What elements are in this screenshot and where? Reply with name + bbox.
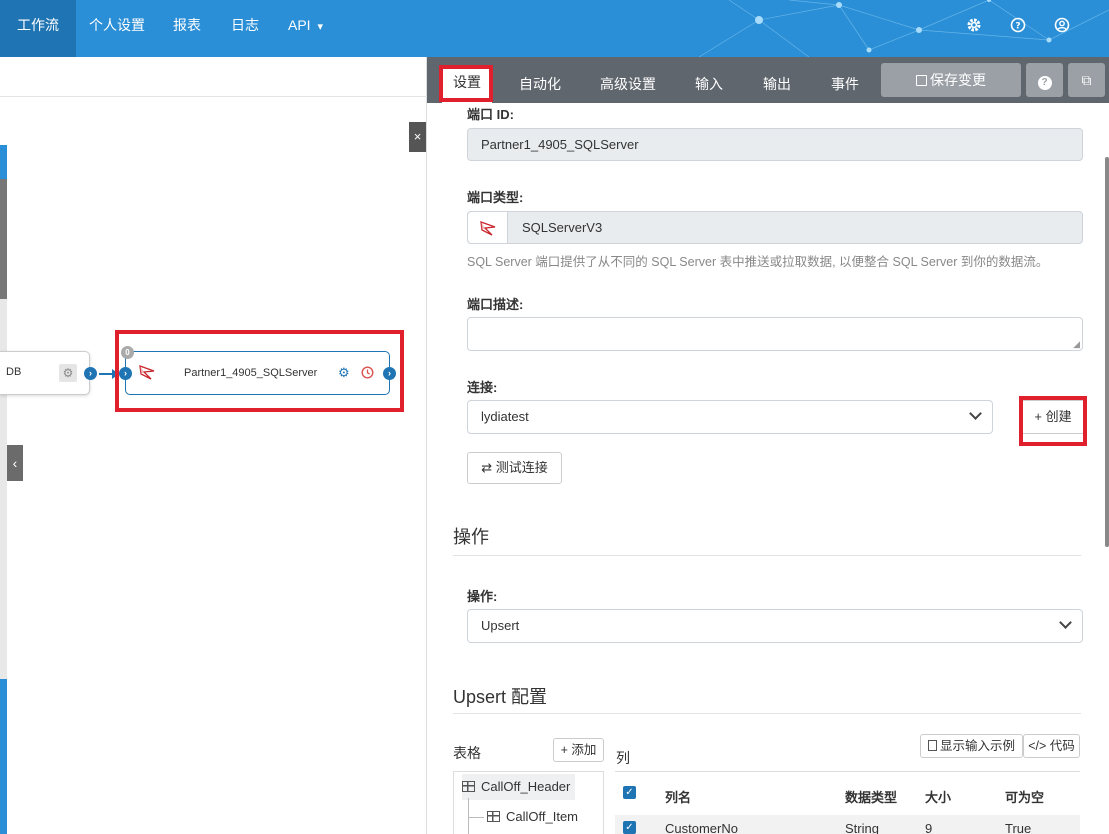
chevron-down-icon [1059,616,1072,629]
left-edge-strip [0,679,7,834]
top-navbar: 工作流 个人设置 报表 日志 API ▾ ? [0,0,1109,57]
column-header-name: 列名 [665,790,692,805]
table-row[interactable]: ✓ CustomerNo String 9 True [615,815,1080,834]
left-edge-strip [0,179,7,299]
help-icon: ? [1037,76,1052,90]
nav-workflow[interactable]: 工作流 [0,0,76,57]
tables-label: 表格 [453,745,481,761]
tab-output[interactable]: 输出 [757,75,797,103]
test-connection-button[interactable]: ⇄ 测试连接 [467,452,562,484]
select-all-checkbox[interactable]: ✓ [623,786,636,799]
save-changes-button[interactable]: 保存变更 [881,63,1021,97]
operation-label: 操作: [467,589,498,604]
nav-api[interactable]: API ▾ [288,0,323,57]
cell-type: String [845,821,879,834]
column-header-nullable: 可为空 [1005,790,1045,805]
chevron-down-icon [969,407,982,420]
previous-node-label: DB [6,366,22,378]
gear-icon[interactable] [966,17,982,33]
help-button[interactable]: ? [1026,63,1063,97]
connection-value: lydiatest [481,409,529,424]
cell-nullable: True [1005,821,1032,834]
columns-label: 列 [616,750,630,766]
cell-size: 9 [925,821,933,834]
previous-node[interactable]: DB ⚙ [0,351,90,395]
column-header-size: 大小 [925,790,952,805]
port-type-value: SQLServerV3 [522,220,603,235]
highlight-box [439,65,493,102]
column-header-type: 数据类型 [845,790,898,805]
tab-events[interactable]: 事件 [825,75,865,103]
port-type-field: SQLServerV3 [467,211,1083,244]
resize-handle-icon: ◢ [1073,339,1080,349]
tab-advanced-settings[interactable]: 高级设置 [593,75,663,103]
open-external-button[interactable]: ⧉ [1068,63,1105,97]
highlight-box [1019,396,1087,446]
save-changes-label: 保存变更 [930,72,986,88]
table-item-label: CallOff_Item [506,809,579,824]
port-id-field[interactable]: Partner1_4905_SQLServer [467,128,1083,161]
collapse-sidebar-button[interactable]: ‹ [7,445,23,481]
section-divider [453,555,1081,556]
panel-scrollbar[interactable] [1105,157,1109,547]
port-description-textarea[interactable]: ◢ [467,317,1083,351]
operation-section-title: 操作 [453,527,489,547]
nav-api-label: API [288,17,311,33]
operation-value: Upsert [481,618,520,633]
row-checkbox[interactable]: ✓ [623,821,636,834]
table-icon [462,781,475,792]
table-divider [615,771,1080,772]
table-item-calloff-header[interactable]: CallOff_Header [462,774,576,800]
help-icon[interactable]: ? [1010,17,1026,33]
upsert-section-title: Upsert 配置 [453,687,548,707]
left-edge-strip [0,145,7,179]
tab-bar: 设置 自动化 高级设置 输入 输出 事件 保存变更 ? ⧉ [427,57,1109,103]
save-icon [916,75,927,86]
columns-table: ✓ 列名 数据类型 大小 可为空 ✓ CustomerNo String 9 T… [615,771,1080,834]
file-icon [927,740,937,751]
sqlserver-icon [468,212,508,243]
port-type-label: 端口类型: [467,190,524,205]
chevron-down-icon: ▾ [317,21,323,33]
port-description-label: 端口描述: [467,297,524,312]
port-id-label: 端口 ID: [467,107,514,122]
settings-panel: 设置 自动化 高级设置 输入 输出 事件 保存变更 ? ⧉ 端口 ID: Par… [427,57,1109,834]
nav-reports[interactable]: 报表 [173,0,201,57]
user-icon[interactable] [1054,17,1070,33]
show-input-sample-label: 显示输入示例 [939,739,1015,753]
show-input-sample-button[interactable]: 显示输入示例 [920,734,1023,758]
nav-personal-settings[interactable]: 个人设置 [89,0,145,57]
tab-input[interactable]: 输入 [689,75,729,103]
connection-label: 连接: [467,380,498,395]
close-panel-button[interactable]: × [409,122,426,152]
section-divider [453,713,1081,714]
operation-select[interactable]: Upsert [467,609,1083,643]
canvas-toolbar [0,57,427,97]
external-link-icon: ⧉ [1081,72,1092,88]
port-type-hint: SQL Server 端口提供了从不同的 SQL Server 表中推送或拉取数… [467,255,1049,269]
output-port-icon[interactable]: › [84,367,97,380]
highlight-box [115,330,404,412]
workflow-canvas[interactable]: ‹ × DB ⚙ › Partner1_4905_SQLServer ⚙ › ›… [0,57,427,834]
gear-icon[interactable]: ⚙ [59,364,77,382]
tree-line [468,817,484,818]
svg-text:?: ? [1015,22,1020,32]
add-table-button[interactable]: + 添加 [553,738,604,762]
connection-select[interactable]: lydiatest [467,400,993,434]
table-icon [487,811,500,822]
tree-line [468,798,469,834]
tables-tree: CallOff_Header CallOff_Item [453,771,604,834]
code-button[interactable]: </> 代码 [1023,734,1080,758]
table-item-label: CallOff_Header [481,779,571,794]
network-background-graphic [698,0,1109,57]
tab-automation[interactable]: 自动化 [512,75,568,103]
table-item-calloff-item[interactable]: CallOff_Item [487,804,578,830]
cell-name: CustomerNo [665,821,738,834]
nav-logs[interactable]: 日志 [231,0,259,57]
